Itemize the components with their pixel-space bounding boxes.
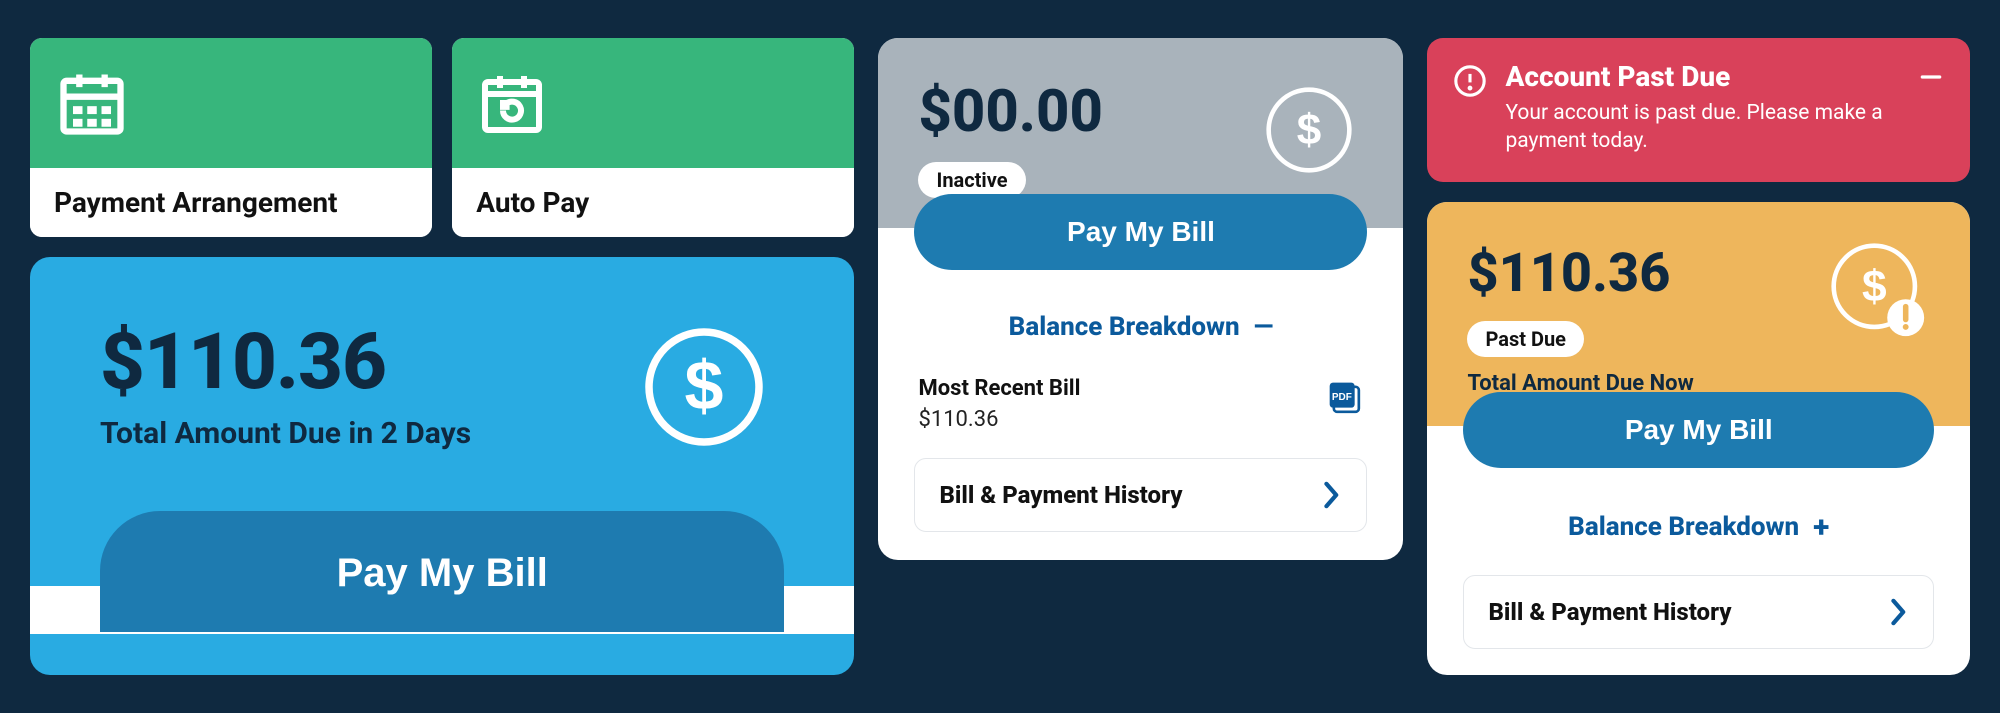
- status-badge: Inactive: [918, 162, 1025, 198]
- svg-text:$: $: [685, 347, 724, 425]
- dollar-icon: $: [644, 327, 764, 447]
- chevron-right-icon: [1322, 481, 1342, 509]
- most-recent-bill-row: Most Recent Bill $110.36 PDF: [914, 368, 1367, 458]
- breakdown-label: Balance Breakdown: [1568, 512, 1799, 542]
- amount-due-card: $110.36 Total Amount Due in 2 Days $ Pay…: [30, 257, 854, 675]
- balance-breakdown-toggle[interactable]: Balance Breakdown —: [914, 294, 1367, 368]
- pdf-icon[interactable]: PDF: [1323, 376, 1363, 416]
- alert-body: Your account is past due. Please make a …: [1505, 99, 1885, 156]
- past-due-alert: Account Past Due Your account is past du…: [1427, 38, 1970, 182]
- pay-my-bill-button[interactable]: Pay My Bill: [1463, 392, 1934, 468]
- status-badge: Past Due: [1467, 321, 1584, 357]
- tile-header: [30, 38, 432, 168]
- alert-collapse-button[interactable]: [1918, 64, 1944, 90]
- dollar-icon: $: [1265, 86, 1353, 174]
- balance-breakdown-toggle[interactable]: Balance Breakdown +: [1463, 492, 1934, 571]
- svg-text:$: $: [1862, 262, 1887, 311]
- minus-icon: [1918, 64, 1944, 90]
- svg-text:PDF: PDF: [1332, 392, 1352, 403]
- tile-label: Auto Pay: [452, 168, 854, 237]
- recent-bill-label: Most Recent Bill: [918, 376, 1080, 401]
- auto-pay-tile[interactable]: Auto Pay: [452, 38, 854, 237]
- bill-payment-history-link[interactable]: Bill & Payment History: [914, 458, 1367, 532]
- dollar-alert-icon: $: [1830, 242, 1926, 338]
- recent-bill-value: $110.36: [918, 407, 1080, 432]
- pay-my-bill-button[interactable]: Pay My Bill: [914, 194, 1367, 270]
- alert-title: Account Past Due: [1505, 60, 1885, 93]
- chevron-right-icon: [1889, 598, 1909, 626]
- history-label: Bill & Payment History: [939, 481, 1182, 509]
- pay-my-bill-button[interactable]: Pay My Bill: [100, 511, 784, 632]
- tile-header: [452, 38, 854, 168]
- alert-icon: [1453, 64, 1487, 98]
- breakdown-label: Balance Breakdown: [1009, 312, 1240, 342]
- autopay-calendar-icon: [476, 67, 548, 139]
- history-label: Bill & Payment History: [1488, 598, 1731, 626]
- svg-text:$: $: [1297, 106, 1321, 155]
- tile-label: Payment Arrangement: [30, 168, 432, 237]
- inactive-account-card: $00.00 Inactive $ Pay My Bill Balance Br…: [878, 38, 1403, 560]
- past-due-card: $110.36 Past Due Total Amount Due Now $ …: [1427, 202, 1970, 675]
- plus-icon: +: [1813, 510, 1829, 545]
- payment-arrangement-tile[interactable]: Payment Arrangement: [30, 38, 432, 237]
- calendar-icon: [54, 65, 130, 141]
- bill-payment-history-link[interactable]: Bill & Payment History: [1463, 575, 1934, 649]
- minus-icon: —: [1254, 312, 1274, 342]
